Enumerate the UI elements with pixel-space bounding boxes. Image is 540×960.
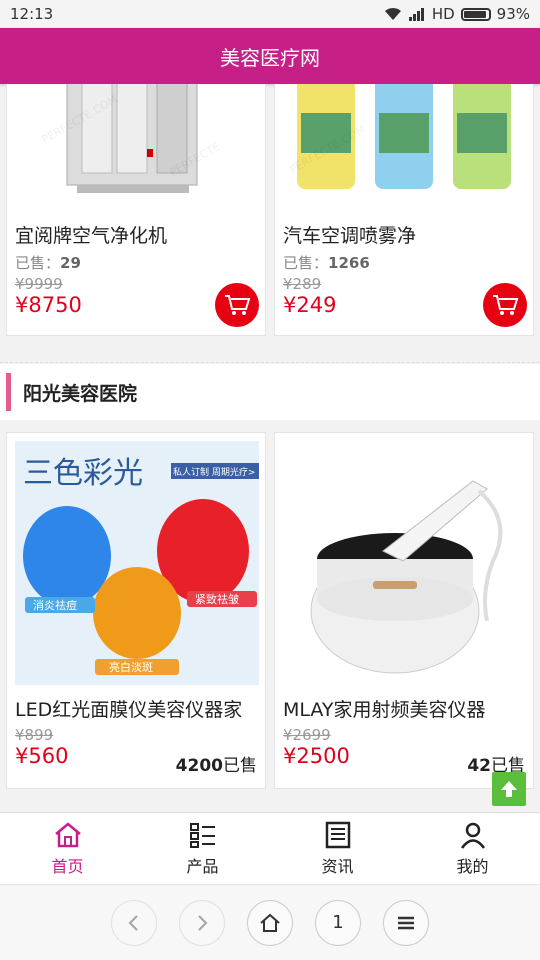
tab-label: 资讯 (321, 856, 354, 876)
cart-icon (225, 295, 251, 315)
product-image-rf-device[interactable] (283, 441, 527, 685)
product-grid-top: PERFECTE.COM PERFECTE 宜阅牌空气净化机 已售：29 ¥99… (6, 84, 534, 336)
wifi-icon (384, 7, 401, 20)
chevron-left-icon (128, 914, 138, 931)
image-title: 三色彩光 (23, 456, 143, 491)
back-to-top-button[interactable] (492, 772, 526, 806)
image-tag: 亮白淡斑 (109, 660, 153, 674)
list-icon (189, 822, 215, 848)
sold-count: 已售：29 (15, 254, 81, 272)
product-name[interactable]: 宜阅牌空气净化机 (7, 221, 265, 248)
tabs-count: 1 (332, 912, 344, 933)
product-image-led-mask[interactable]: 三色彩光 私人订制 周期光疗> 消炎祛痘 紧致祛皱 亮白淡斑 (15, 441, 259, 685)
product-card[interactable]: MLAY家用射频美容仪器 ¥2699 ¥2500 42已售 (274, 432, 534, 789)
tab-products[interactable]: 产品 (135, 813, 270, 884)
image-tag: 消炎祛痘 (33, 598, 77, 612)
status-time: 12:13 (10, 5, 54, 23)
app-header: 美容医疗网 (0, 28, 540, 84)
image-tag: 紧致祛皱 (195, 592, 239, 606)
original-price: ¥899 (15, 726, 54, 744)
sold-count: 4200已售 (175, 756, 257, 776)
arrow-up-icon (501, 781, 517, 797)
product-name[interactable]: LED红光面膜仪美容仪器家 (7, 695, 265, 722)
news-icon (325, 821, 350, 848)
network-type: HD (431, 5, 455, 23)
home-icon (54, 821, 81, 847)
original-price: ¥2699 (283, 726, 331, 744)
status-bar: 12:13 HD 93% (0, 0, 540, 28)
tab-label: 首页 (51, 856, 84, 876)
tab-label: 我的 (456, 856, 489, 876)
cart-icon (493, 295, 519, 315)
tabs-count-button[interactable]: 1 (315, 899, 361, 946)
tab-profile[interactable]: 我的 (405, 813, 540, 884)
battery-percent: 93% (496, 5, 530, 23)
product-name[interactable]: MLAY家用射频美容仪器 (275, 695, 533, 722)
browser-toolbar: 1 (0, 884, 540, 960)
product-image-spray[interactable]: PERFECTE.COM (275, 84, 533, 215)
forward-button[interactable] (179, 899, 225, 946)
bottom-tab-bar: 首页 产品 资讯 我的 (0, 812, 540, 884)
page-title: 美容医疗网 (220, 45, 320, 70)
main-content[interactable]: PERFECTE.COM PERFECTE 宜阅牌空气净化机 已售：29 ¥99… (0, 84, 540, 812)
section-header: 阳光美容医院 (0, 364, 540, 420)
product-grid-section2: 三色彩光 私人订制 周期光疗> 消炎祛痘 紧致祛皱 亮白淡斑 LED红光面膜仪美… (6, 432, 534, 789)
home-button[interactable] (247, 899, 293, 946)
tab-label: 产品 (186, 856, 219, 876)
hamburger-icon (398, 916, 414, 929)
add-to-cart-button[interactable] (483, 283, 527, 327)
tab-home[interactable]: 首页 (0, 813, 135, 884)
add-to-cart-button[interactable] (215, 283, 259, 327)
status-icons: HD 93% (384, 5, 530, 23)
image-banner: 私人订制 周期光疗> (173, 466, 255, 478)
chevron-right-icon (198, 914, 208, 931)
sold-count: 已售：1266 (283, 254, 370, 272)
product-card[interactable]: 三色彩光 私人订制 周期光疗> 消炎祛痘 紧致祛皱 亮白淡斑 LED红光面膜仪美… (6, 432, 266, 789)
battery-icon (460, 7, 491, 21)
back-button[interactable] (111, 899, 157, 946)
product-image-air-purifier[interactable]: PERFECTE.COM PERFECTE (7, 84, 265, 215)
menu-button[interactable] (383, 899, 429, 946)
section-title: 阳光美容医院 (23, 382, 138, 405)
product-card[interactable]: PERFECTE.COM 汽车空调喷雾净 已售：1266 ¥289 ¥249 (274, 84, 534, 336)
product-name[interactable]: 汽车空调喷雾净 (275, 221, 533, 248)
tab-news[interactable]: 资讯 (270, 813, 405, 884)
user-icon (460, 822, 485, 849)
product-card[interactable]: PERFECTE.COM PERFECTE 宜阅牌空气净化机 已售：29 ¥99… (6, 84, 266, 336)
signal-icon (408, 8, 424, 21)
section-divider (0, 362, 540, 363)
house-icon (260, 913, 280, 932)
section-accent-bar (6, 373, 11, 411)
